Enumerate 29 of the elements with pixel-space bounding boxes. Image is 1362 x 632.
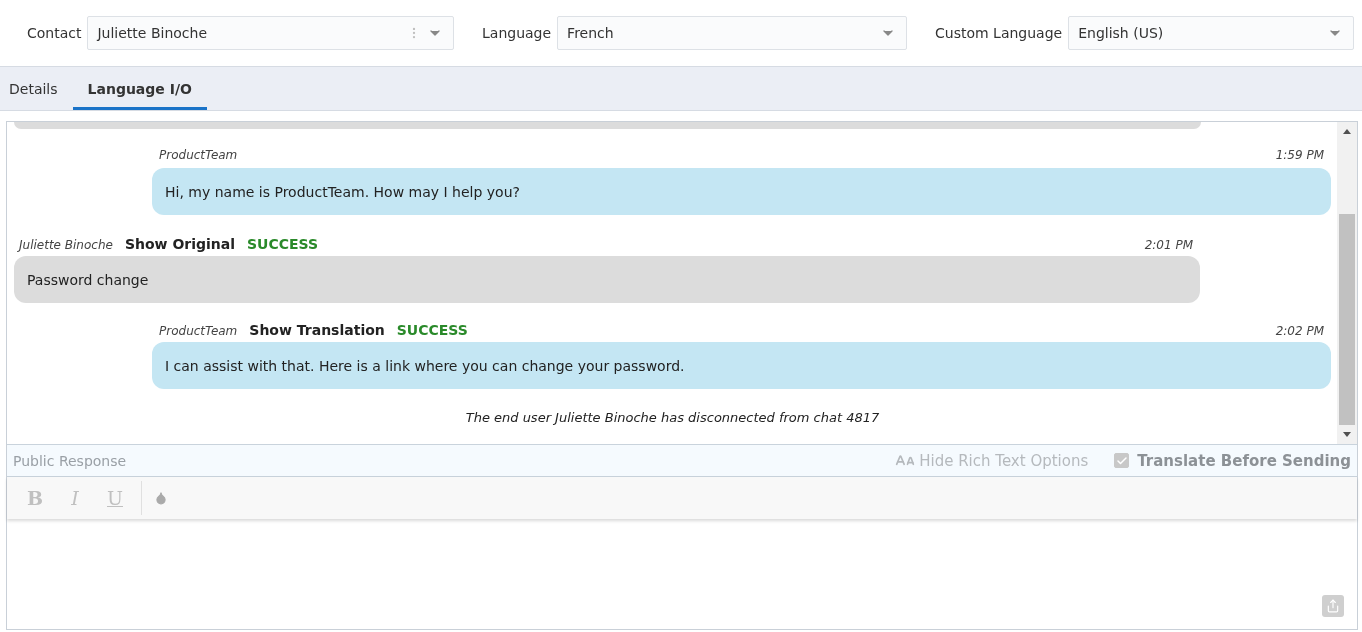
field-label: Custom Language	[935, 25, 1063, 41]
message-bubble: Password change	[14, 256, 1200, 303]
message-time: 2:01 PM	[1144, 238, 1193, 252]
status-text: SUCCESS	[247, 236, 319, 252]
system-notice: The end user Juliette Binoche has disconnected from chat 4817	[464, 410, 881, 425]
select-field[interactable]: English (US)	[1068, 16, 1354, 50]
select-field[interactable]: Juliette Binoche	[87, 16, 454, 50]
message-author: Juliette Binoche	[19, 238, 113, 252]
response-label: Public Response	[13, 452, 128, 469]
field-label: Contact	[27, 25, 82, 41]
message-time: 1:59 PM	[1275, 148, 1324, 162]
checkbox-label: Translate Before Sending	[1137, 451, 1351, 470]
scrollbar[interactable]	[1337, 122, 1357, 444]
tab[interactable]: Language I/O	[72, 67, 207, 110]
droplet-icon[interactable]	[154, 491, 168, 505]
share-icon	[1326, 599, 1340, 613]
message-time: 2:02 PM	[1275, 324, 1324, 338]
checkbox[interactable]	[1114, 453, 1130, 468]
status-text: SUCCESS	[396, 322, 468, 338]
message-author: ProductTeam	[159, 324, 238, 338]
share-button[interactable]	[1322, 595, 1344, 617]
select-field[interactable]: French	[557, 16, 907, 50]
tab[interactable]: Details	[0, 67, 73, 110]
message-author: ProductTeam	[159, 148, 238, 162]
message-bubble: Hi, my name is ProductTeam. How may I help you?	[152, 168, 1331, 215]
toggle-link[interactable]: Show Original	[124, 236, 236, 252]
toggle-link[interactable]: Show Translation	[249, 322, 385, 338]
message-bubble: I can assist with that. Here is a link where you can change your password.	[152, 342, 1331, 389]
field-label: Language	[482, 25, 552, 41]
